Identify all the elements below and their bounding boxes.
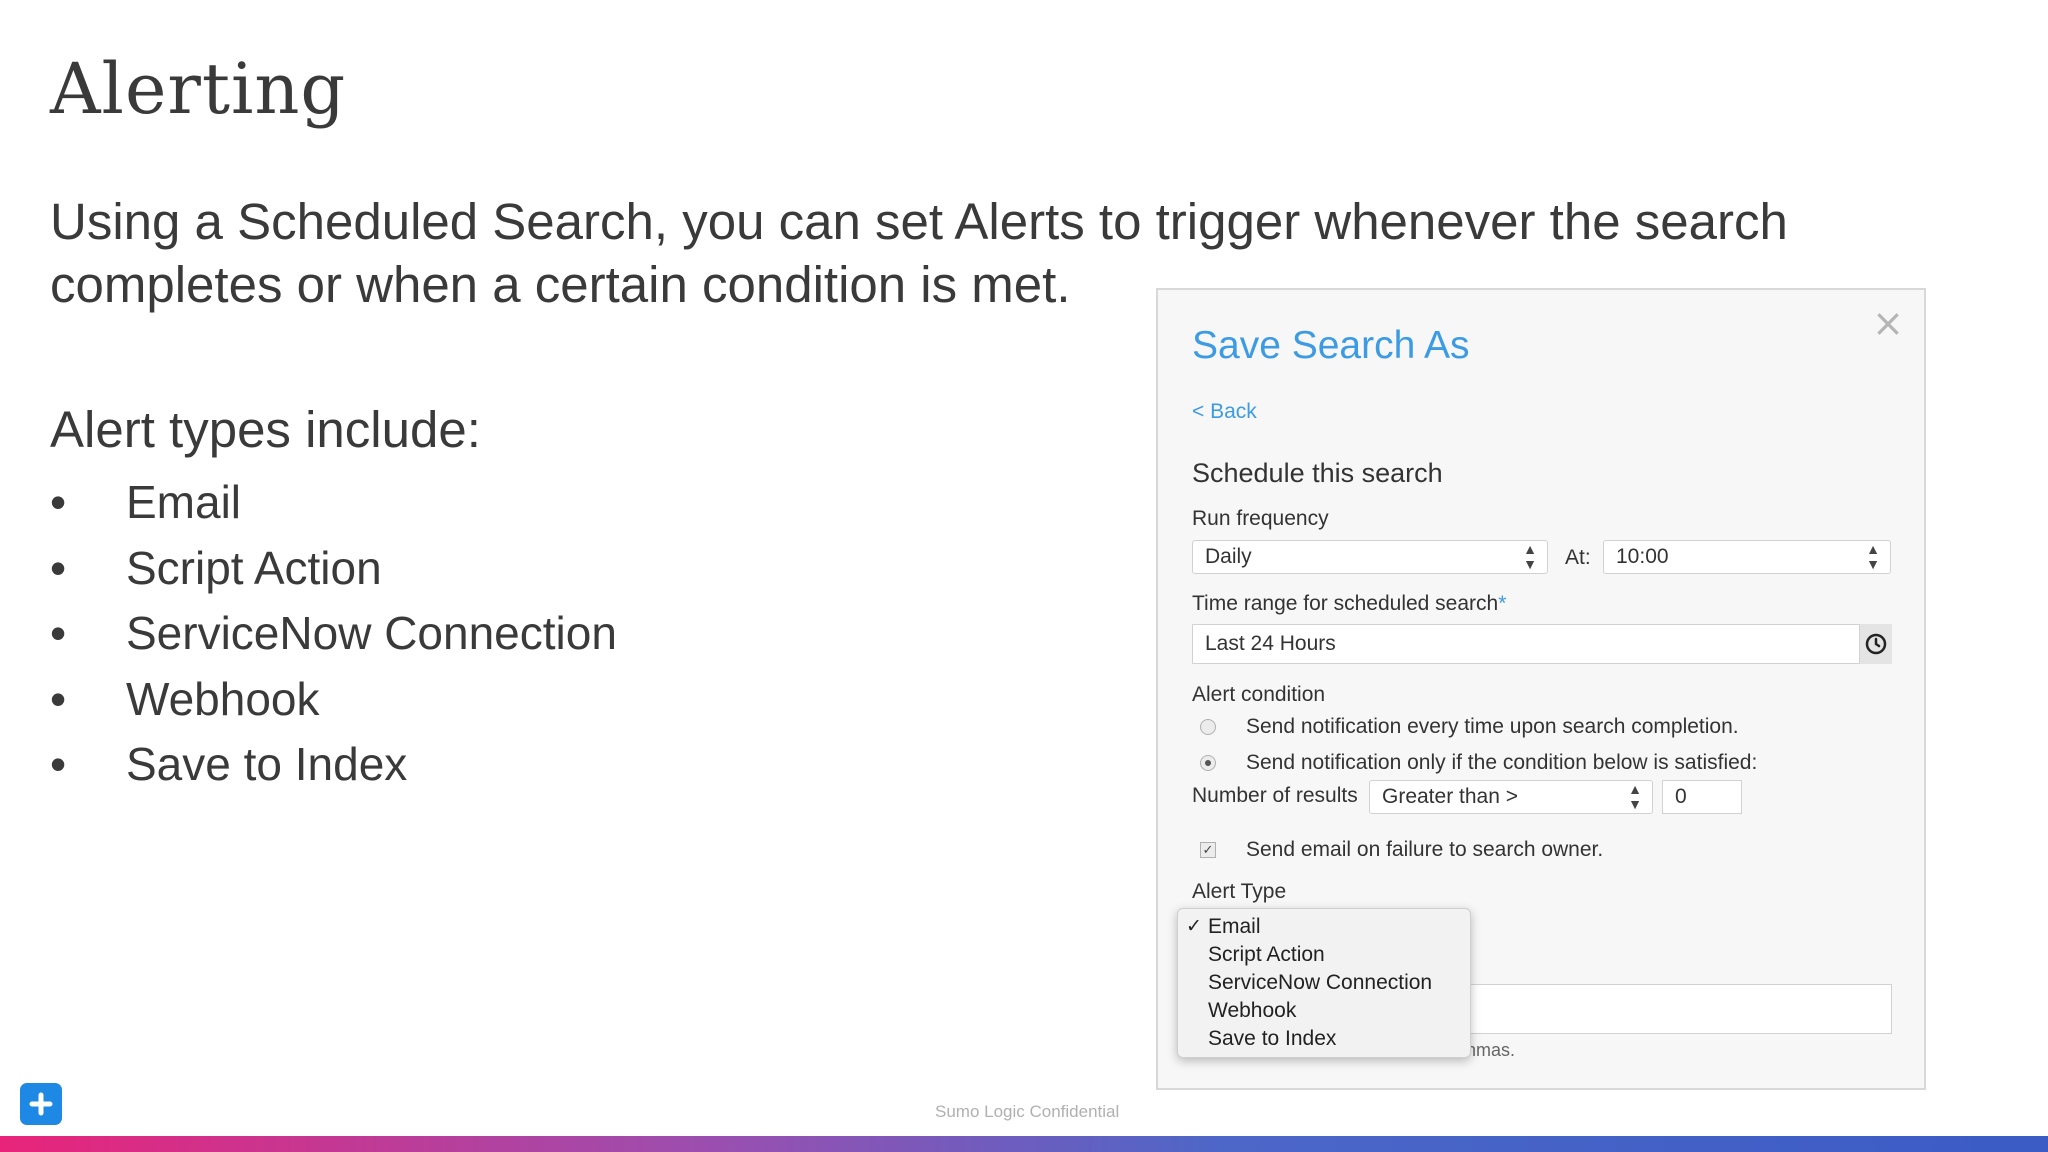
list-item: • Email: [50, 470, 617, 536]
comparator-select[interactable]: Greater than > ▲ ▼: [1369, 780, 1653, 814]
condition-radio-every[interactable]: [1200, 719, 1216, 735]
condition-option-threshold: Send notification only if the condition …: [1246, 751, 1758, 774]
at-label: At:: [1565, 546, 1591, 569]
alert-type-option[interactable]: ✓ Email: [1178, 913, 1470, 941]
footer-confidential: Sumo Logic Confidential: [935, 1102, 1120, 1121]
condition-option-every: Send notification every time upon search…: [1246, 715, 1739, 738]
run-frequency-value: Daily: [1205, 545, 1252, 568]
alert-type-option[interactable]: Script Action: [1178, 941, 1470, 969]
list-item-label: Webhook: [126, 672, 320, 725]
list-item-label: Email: [126, 476, 242, 528]
bullet-icon: •: [50, 672, 67, 725]
bullet-icon: •: [50, 476, 67, 528]
back-link[interactable]: < Back: [1192, 400, 1257, 424]
comparator-value: Greater than >: [1382, 785, 1518, 808]
list-item: • ServiceNow Connection: [50, 601, 617, 667]
number-of-results-label: Number of results: [1192, 784, 1358, 807]
alert-type-option-label: ServiceNow Connection: [1208, 971, 1433, 994]
bullet-icon: •: [50, 738, 67, 790]
recipients-hint: nmas.: [1466, 1040, 1516, 1060]
required-mark: *: [1498, 592, 1507, 615]
alert-type-label: Alert Type: [1192, 880, 1287, 903]
time-range-label: Time range for scheduled search*: [1192, 592, 1506, 616]
alert-types-heading: Alert types include:: [50, 401, 481, 458]
dialog-title: Save Search As: [1192, 324, 1470, 367]
at-time-select[interactable]: 10:00 ▲ ▼: [1603, 540, 1891, 574]
run-frequency-select[interactable]: Daily ▲ ▼: [1192, 540, 1548, 574]
threshold-value: 0: [1675, 785, 1687, 808]
alert-condition-label: Alert condition: [1192, 683, 1326, 706]
condition-radio-threshold[interactable]: [1200, 755, 1216, 771]
run-frequency-label: Run frequency: [1192, 507, 1329, 530]
list-item-label: ServiceNow Connection: [126, 607, 617, 659]
alert-type-option[interactable]: Save to Index: [1178, 1025, 1470, 1053]
time-range-value: Last 24 Hours: [1205, 632, 1336, 655]
email-failure-label: Send email on failure to search owner.: [1246, 838, 1604, 861]
alert-types-list: • Email • Script Action • ServiceNow Connec…: [50, 470, 617, 798]
close-icon[interactable]: ×: [1872, 304, 1904, 342]
list-item: • Save to Index: [50, 732, 617, 798]
select-arrows-icon: ▲ ▼: [1866, 541, 1880, 572]
list-item-label: Script Action: [126, 541, 382, 594]
select-arrows-icon: ▲ ▼: [1628, 781, 1642, 812]
threshold-input[interactable]: 0: [1662, 780, 1742, 814]
recipients-textarea[interactable]: [1458, 984, 1892, 1034]
slide-title: Alerting: [50, 48, 347, 130]
select-arrows-icon: ▲ ▼: [1523, 541, 1537, 572]
alert-type-option-label: Script Action: [1208, 943, 1325, 966]
clock-icon[interactable]: [1859, 624, 1892, 664]
footer-gradient-bar: [0, 1136, 2048, 1152]
time-range-label-text: Time range for scheduled search: [1192, 592, 1499, 615]
alert-type-option-label: Save to Index: [1208, 1027, 1337, 1050]
list-item: • Script Action: [50, 536, 617, 602]
list-item-label: Save to Index: [126, 738, 408, 790]
alert-type-dropdown[interactable]: ✓ Email Script Action ServiceNow Connecti…: [1177, 908, 1471, 1058]
alert-type-option-label: Email: [1208, 915, 1261, 938]
section-title: Schedule this search: [1192, 458, 1443, 488]
email-failure-checkbox[interactable]: ✓: [1200, 842, 1216, 858]
list-item: • Webhook: [50, 667, 617, 733]
plus-icon[interactable]: [20, 1083, 62, 1125]
alert-type-option[interactable]: Webhook: [1178, 997, 1470, 1025]
bullet-icon: •: [50, 607, 67, 659]
at-time-value: 10:00: [1616, 545, 1669, 568]
alert-type-option[interactable]: ServiceNow Connection: [1178, 969, 1470, 997]
check-icon: ✓: [1186, 916, 1202, 937]
time-range-input[interactable]: Last 24 Hours: [1192, 624, 1892, 664]
alert-type-option-label: Webhook: [1208, 999, 1297, 1022]
bullet-icon: •: [50, 541, 67, 594]
save-search-dialog: × Save Search As < Back Schedule this se…: [1156, 288, 1926, 1090]
